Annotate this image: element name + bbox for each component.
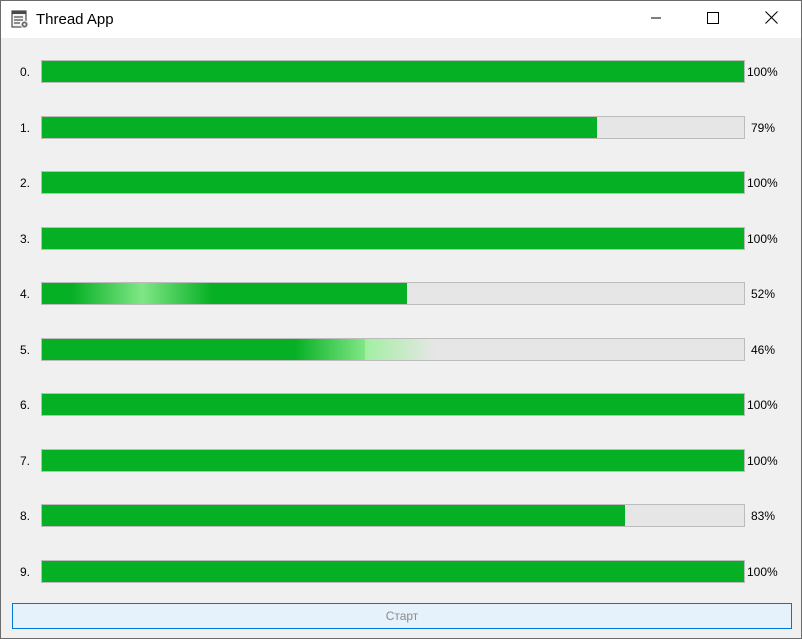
row-index-label: 4. (20, 287, 31, 301)
close-icon (764, 10, 778, 29)
progress-percent: 100% (747, 454, 778, 468)
progress-row: 7. 100% (1, 449, 801, 473)
row-index-label: 8. (20, 509, 31, 523)
row-index-label: 0. (20, 65, 31, 79)
progress-bar (41, 282, 745, 305)
progress-fill (42, 450, 744, 471)
progress-percent: 100% (747, 176, 778, 190)
progress-row: 6. 100% (1, 393, 801, 417)
progress-fill (42, 228, 744, 249)
progress-fill (42, 283, 407, 304)
row-index-label: 2. (20, 176, 31, 190)
progress-percent: 79% (751, 121, 776, 135)
app-window-icon (11, 10, 29, 29)
row-index-label: 1. (20, 121, 31, 135)
progress-shine (295, 339, 435, 360)
progress-percent: 100% (747, 398, 778, 412)
progress-row: 9. 100% (1, 560, 801, 584)
progress-bar (41, 504, 745, 527)
progress-fill (42, 394, 744, 415)
progress-fill (42, 61, 744, 82)
progress-fill (42, 117, 597, 138)
start-button[interactable]: Старт (12, 603, 792, 629)
progress-bar (41, 60, 745, 83)
row-index-label: 3. (20, 232, 31, 246)
progress-bar (41, 171, 745, 194)
progress-row: 1. 79% (1, 116, 801, 140)
progress-fill (42, 172, 744, 193)
app-window: Thread App 0. 100% 1. 79% 2. 100% 3. 100… (0, 0, 802, 639)
row-index-label: 7. (20, 454, 31, 468)
progress-fill (42, 561, 744, 582)
minimize-button[interactable] (633, 1, 679, 38)
row-index-label: 5. (20, 343, 31, 357)
progress-row: 3. 100% (1, 227, 801, 251)
row-index-label: 9. (20, 565, 31, 579)
maximize-button[interactable] (690, 1, 736, 38)
minimize-icon (650, 11, 662, 29)
maximize-icon (707, 11, 719, 29)
progress-row: 4. 52% (1, 282, 801, 306)
progress-row: 8. 83% (1, 504, 801, 528)
title-bar[interactable]: Thread App (1, 1, 801, 38)
progress-percent: 52% (751, 287, 776, 301)
progress-fill (42, 505, 625, 526)
progress-bar (41, 393, 745, 416)
row-index-label: 6. (20, 398, 31, 412)
progress-percent: 100% (747, 65, 778, 79)
progress-shine (72, 283, 212, 304)
progress-percent: 83% (751, 509, 776, 523)
progress-bar (41, 560, 745, 583)
window-title: Thread App (36, 11, 114, 28)
progress-fill (42, 339, 435, 360)
progress-bar (41, 338, 745, 361)
progress-bar (41, 227, 745, 250)
progress-percent: 100% (747, 232, 778, 246)
progress-percent: 100% (747, 565, 778, 579)
close-button[interactable] (748, 1, 794, 38)
progress-bar (41, 116, 745, 139)
progress-bar (41, 449, 745, 472)
progress-row: 2. 100% (1, 171, 801, 195)
progress-row: 5. 46% (1, 338, 801, 362)
progress-row: 0. 100% (1, 60, 801, 84)
progress-percent: 46% (751, 343, 776, 357)
